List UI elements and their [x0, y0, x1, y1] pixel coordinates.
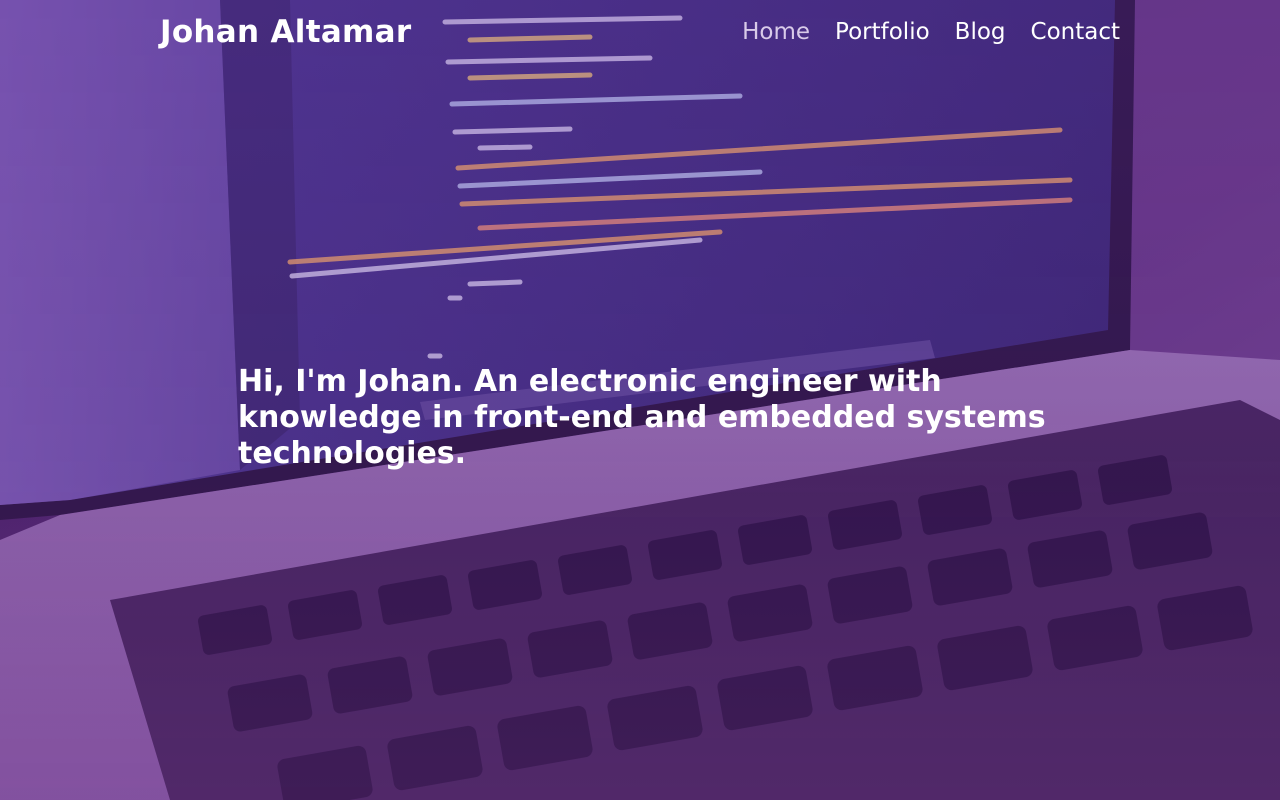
- site-logo[interactable]: Johan Altamar: [160, 14, 411, 50]
- nav-link-contact[interactable]: Contact: [1031, 19, 1120, 45]
- top-navigation: Johan Altamar Home Portfolio Blog Contac…: [160, 8, 1120, 56]
- nav-menu: Home Portfolio Blog Contact: [742, 19, 1120, 45]
- hero-headline: Hi, I'm Johan. An electronic engineer wi…: [238, 364, 1046, 471]
- hero-section: Johan Altamar Home Portfolio Blog Contac…: [0, 0, 1280, 800]
- nav-link-blog[interactable]: Blog: [955, 19, 1006, 45]
- nav-item-home: Home: [742, 19, 810, 45]
- nav-item-contact: Contact: [1031, 19, 1120, 45]
- nav-link-home[interactable]: Home: [742, 19, 810, 45]
- nav-item-blog: Blog: [955, 19, 1006, 45]
- nav-link-portfolio[interactable]: Portfolio: [835, 19, 930, 45]
- nav-item-portfolio: Portfolio: [835, 19, 930, 45]
